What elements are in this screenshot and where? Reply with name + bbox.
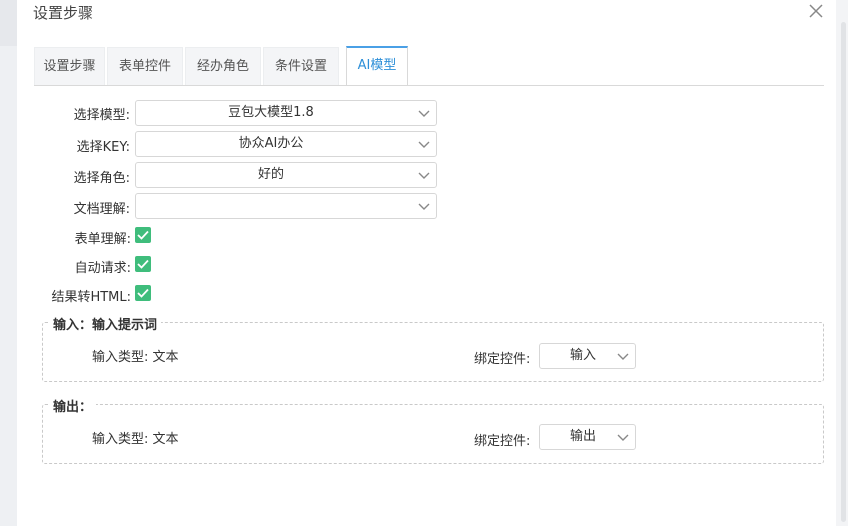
- doc-label: 文档理解:: [73, 202, 130, 217]
- dialog-title-bar: 设置步骤: [17, 0, 836, 24]
- check-icon: [137, 230, 149, 240]
- input-bind-value: 输入: [569, 348, 596, 363]
- tab-ai-model[interactable]: AI模型: [346, 46, 408, 86]
- model-select[interactable]: 豆包大模型1.8: [135, 100, 437, 126]
- role-label: 选择角色:: [73, 171, 130, 186]
- close-icon[interactable]: [805, 2, 827, 22]
- input-section: 输入：输入提示词 输入类型: 文本 绑定控件: 输入: [42, 314, 824, 382]
- chevron-down-icon: [617, 432, 629, 442]
- dialog-title: 设置步骤: [33, 4, 94, 22]
- chevron-down-icon: [418, 170, 430, 180]
- role-select-value: 好的: [257, 167, 284, 182]
- input-section-legend: 输入：输入提示词: [49, 314, 162, 333]
- tab-handler-roles[interactable]: 经办角色: [185, 47, 261, 85]
- model-select-value: 豆包大模型1.8: [228, 105, 314, 120]
- output-bind-select[interactable]: 输出: [539, 424, 636, 450]
- chevron-down-icon: [617, 351, 629, 361]
- model-label: 选择模型:: [73, 108, 130, 123]
- background-left-strip: [0, 0, 17, 526]
- tab-condition-settings[interactable]: 条件设置: [263, 47, 339, 85]
- key-label: 选择KEY:: [76, 140, 130, 155]
- auto-request-checkbox[interactable]: [135, 256, 151, 272]
- background-left-segment: [0, 0, 17, 46]
- tab-bar: 设置步骤 表单控件 经办角色 条件设置 AI模型: [34, 46, 824, 86]
- input-bind-select[interactable]: 输入: [539, 343, 636, 369]
- check-icon: [137, 259, 149, 269]
- key-select-value: 协众AI办公: [238, 136, 304, 151]
- key-select[interactable]: 协众AI办公: [135, 131, 437, 157]
- step-settings-dialog: 设置步骤 设置步骤 表单控件 经办角色 条件设置 AI模型 选择模型: 豆包大模…: [17, 0, 836, 526]
- tab-step-settings[interactable]: 设置步骤: [34, 47, 105, 85]
- chevron-down-icon: [418, 201, 430, 211]
- role-select[interactable]: 好的: [135, 162, 437, 188]
- tab-form-controls[interactable]: 表单控件: [107, 47, 183, 85]
- tab-bar-divider: [34, 85, 824, 86]
- output-bind-value: 输出: [569, 429, 596, 444]
- output-section-legend: 输出：: [49, 396, 97, 415]
- auto-request-label: 自动请求:: [74, 261, 131, 276]
- chevron-down-icon: [418, 139, 430, 149]
- check-icon: [137, 288, 149, 298]
- scrollbar[interactable]: [836, 0, 848, 526]
- output-bind-label: 绑定控件:: [474, 434, 531, 449]
- to-html-checkbox[interactable]: [135, 285, 151, 301]
- doc-select[interactable]: [135, 193, 437, 219]
- form-understanding-checkbox[interactable]: [135, 227, 151, 243]
- to-html-label: 结果转HTML:: [51, 290, 131, 305]
- scrollbar-thumb[interactable]: [841, 22, 846, 522]
- input-bind-label: 绑定控件:: [474, 352, 531, 367]
- form-understanding-label: 表单理解:: [74, 232, 131, 247]
- input-type-text: 输入类型: 文本: [92, 350, 179, 365]
- output-section: 输出： 输入类型: 文本 绑定控件: 输出: [42, 396, 824, 464]
- chevron-down-icon: [418, 108, 430, 118]
- output-type-text: 输入类型: 文本: [92, 432, 179, 447]
